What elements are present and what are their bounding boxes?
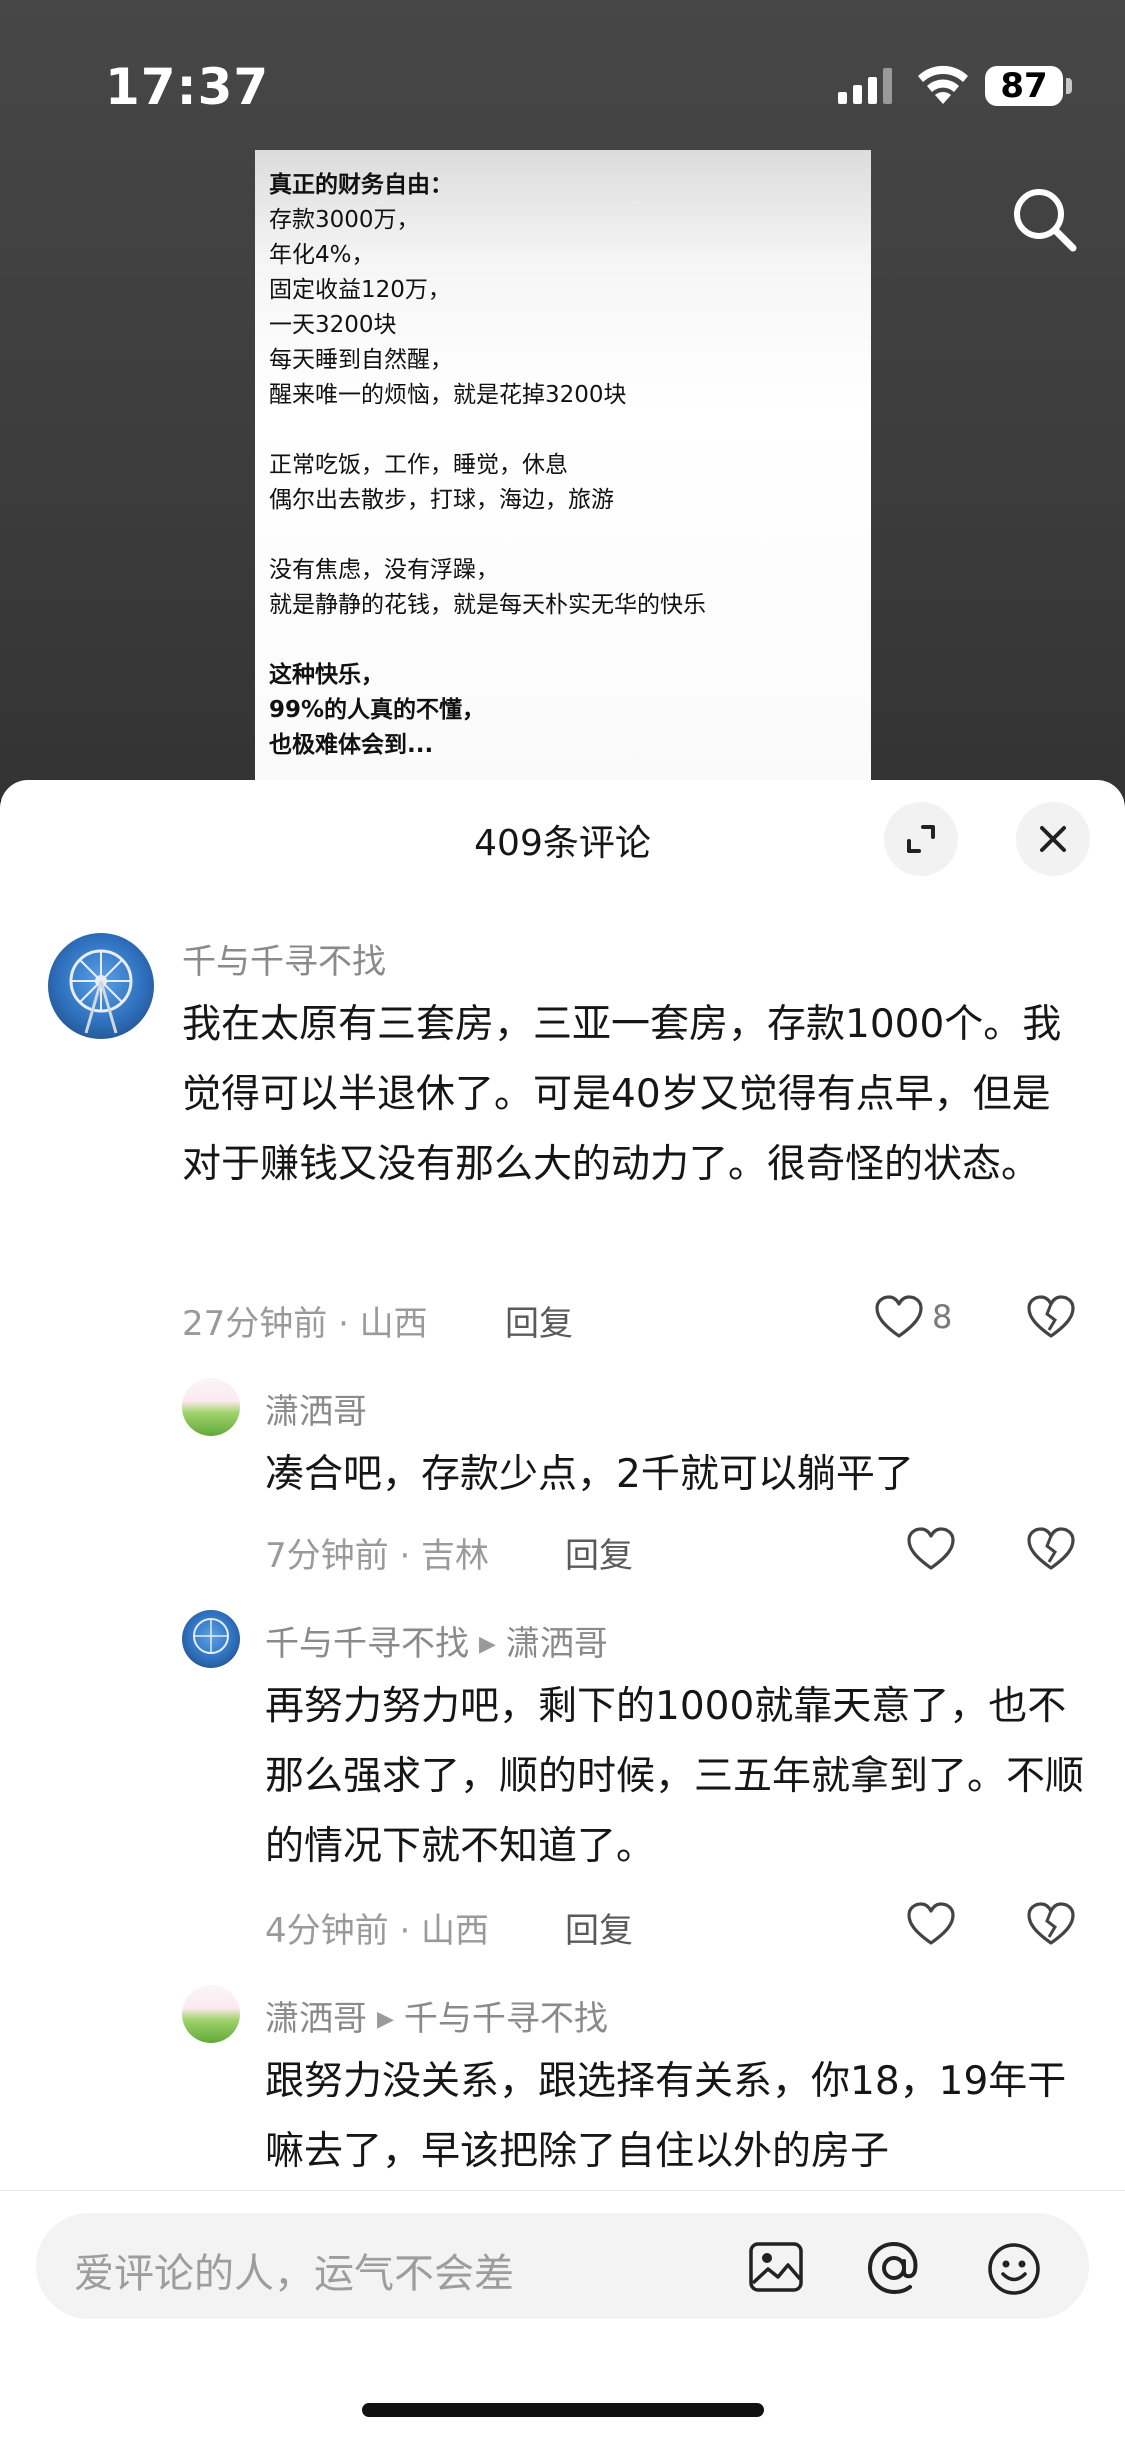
post-text-line: 一天3200块 (269, 312, 397, 338)
post-text-line: 固定收益120万， (269, 277, 451, 303)
post-text-line: 也极难体会到... (269, 732, 434, 758)
reply-button[interactable]: 回复 (505, 1296, 573, 1345)
like-heart-icon[interactable] (874, 1294, 924, 1340)
like-heart-icon[interactable] (906, 1901, 956, 1947)
post-text-line: 99%的人真的不懂， (269, 697, 486, 723)
avatar[interactable] (48, 933, 154, 1039)
dislike-broken-heart-icon[interactable] (1026, 1294, 1076, 1340)
comment-text: 凑合吧，存款少点，2千就可以躺平了 (265, 1452, 914, 1497)
post-text-line: 存款3000万， (269, 207, 420, 233)
post-text-line: 正常吃饭，工作，睡觉，休息 (269, 452, 568, 478)
post-image-text: 真正的财务自由： 存款3000万， 年化4%， 固定收益120万， 一天3200块每天睡… (269, 168, 706, 763)
reply-header: 潇洒哥 ▶ 千与千寻不找 (265, 1991, 608, 2040)
comment-username[interactable]: 潇洒哥 (265, 1384, 367, 1433)
comments-sheet: 409条评论 千与千寻不找 我在太原有三套房，三亚一套房，存款1000个。我觉得… (0, 780, 1125, 2436)
comment-username[interactable]: 千与千寻不找 (182, 934, 386, 983)
ferris-wheel-icon (193, 1618, 229, 1654)
avatar[interactable] (182, 1985, 240, 2043)
expand-icon (907, 825, 935, 853)
expand-button[interactable] (884, 802, 958, 876)
reply-to-username[interactable]: 千与千寻不找 (404, 1999, 608, 2039)
status-time: 17:37 (105, 58, 270, 116)
avatar[interactable] (182, 1378, 240, 1436)
dislike-broken-heart-icon[interactable] (1026, 1526, 1076, 1572)
comment-text: 跟努力没关系，跟选择有关系，你18，19年干嘛去了，早该把除了自住以外的房子 (265, 2059, 1067, 2174)
post-text-line: 每天睡到自然醒， (269, 347, 453, 373)
battery-indicator: 87 (985, 66, 1063, 106)
dislike-broken-heart-icon[interactable] (1026, 1901, 1076, 1947)
like-heart-icon[interactable] (906, 1526, 956, 1572)
post-text-line: 醒来唯一的烦恼，就是花掉3200块 (269, 382, 627, 408)
comment-text: 我在太原有三套房，三亚一套房，存款1000个。我觉得可以半退休了。可是40岁又觉… (182, 1002, 1062, 1187)
comment-username[interactable]: 千与千寻不找 (265, 1624, 469, 1664)
reply-header: 千与千寻不找 ▶ 潇洒哥 (265, 1616, 608, 1665)
avatar[interactable] (182, 1610, 240, 1668)
emoji-icon[interactable] (986, 2241, 1042, 2297)
like-count: 8 (932, 1298, 953, 1336)
status-bar: 17:37 87 (0, 0, 1125, 170)
post-text-line: 就是静静的花钱，就是每天朴实无华的快乐 (269, 592, 706, 618)
home-indicator (362, 2403, 764, 2417)
comment-input-placeholder: 爱评论的人，运气不会差 (74, 2251, 514, 2297)
reply-button[interactable]: 回复 (565, 1528, 633, 1577)
comment-input-bar: 爱评论的人，运气不会差 (0, 2190, 1125, 2437)
post-text-line: 真正的财务自由： (269, 172, 453, 198)
image-picker-icon[interactable] (748, 2241, 804, 2293)
post-image[interactable]: 真正的财务自由： 存款3000万， 年化4%， 固定收益120万， 一天3200块每天睡… (255, 150, 871, 800)
reply-arrow-icon: ▶ (479, 1632, 496, 1657)
close-button[interactable] (1016, 802, 1090, 876)
reply-to-username[interactable]: 潇洒哥 (506, 1624, 608, 1664)
comment-text: 再努力努力吧，剩下的1000就靠天意了，也不那么强求了，顺的时候，三五年就拿到了… (265, 1684, 1085, 1869)
comment-meta: 7分钟前 · 吉林 (265, 1536, 490, 1576)
post-text-line: 没有焦虑，没有浮躁， (269, 557, 499, 583)
comment-username[interactable]: 潇洒哥 (265, 1999, 367, 2039)
search-icon[interactable] (1005, 180, 1085, 260)
post-text-line: 这种快乐， (269, 662, 384, 688)
post-text-line (269, 623, 706, 658)
post-text-line (269, 413, 706, 448)
comment-meta: 4分钟前 · 山西 (265, 1911, 490, 1951)
reply-button[interactable]: 回复 (565, 1903, 633, 1952)
ferris-wheel-icon (69, 949, 133, 1034)
post-text-line (269, 518, 706, 553)
comment-meta: 27分钟前 · 山西 (182, 1304, 428, 1344)
close-icon (1040, 826, 1066, 852)
mention-icon[interactable] (866, 2241, 922, 2295)
reply-arrow-icon: ▶ (377, 2007, 394, 2032)
comment-input[interactable]: 爱评论的人，运气不会差 (36, 2213, 1089, 2319)
battery-tip (1066, 78, 1072, 94)
wifi-icon (918, 65, 968, 104)
post-text-line: 年化4%， (269, 242, 375, 268)
cellular-signal-icon (838, 68, 892, 104)
post-text-line: 偶尔出去散步，打球，海边，旅游 (269, 487, 614, 513)
